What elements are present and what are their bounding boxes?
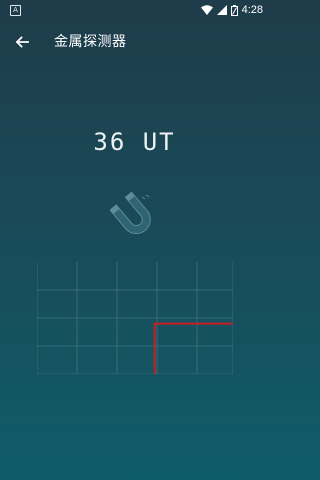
battery-icon bbox=[230, 4, 238, 16]
notification-app-icon: A bbox=[10, 5, 21, 16]
page-title: 金属探测器 bbox=[54, 34, 127, 50]
wifi-icon bbox=[200, 5, 213, 15]
status-bar: A 4:28 bbox=[0, 0, 269, 22]
chart-grid bbox=[37, 262, 233, 374]
toolbar: 金属探测器 bbox=[0, 24, 269, 60]
field-strength-line bbox=[153, 322, 233, 374]
back-button[interactable] bbox=[10, 30, 34, 54]
arrow-left-icon bbox=[15, 36, 29, 48]
chart-series bbox=[153, 322, 233, 374]
status-right: 4:28 bbox=[200, 4, 263, 16]
status-time: 4:28 bbox=[241, 4, 263, 16]
magnet-icon bbox=[110, 191, 151, 235]
magnetic-field-chart bbox=[37, 262, 233, 374]
signal-icon bbox=[216, 5, 227, 15]
status-left: A bbox=[10, 5, 21, 16]
field-strength-reading: 36 UT bbox=[93, 128, 176, 156]
